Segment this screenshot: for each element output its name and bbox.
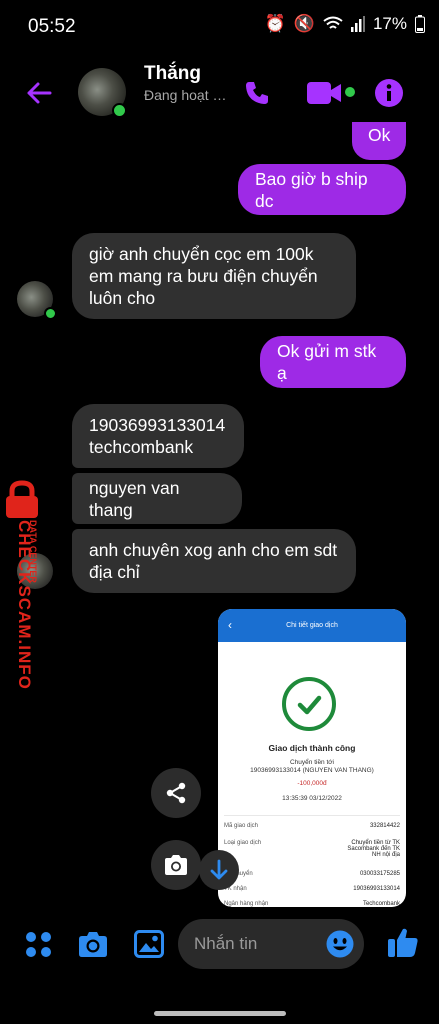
online-indicator bbox=[112, 103, 127, 118]
camera-icon bbox=[165, 855, 187, 875]
status-time: 05:52 bbox=[28, 16, 76, 37]
phone-icon[interactable] bbox=[243, 79, 271, 107]
divider bbox=[224, 815, 400, 816]
home-indicator[interactable] bbox=[154, 1011, 286, 1016]
back-arrow-icon[interactable] bbox=[24, 78, 54, 108]
thumbs-up-icon[interactable] bbox=[387, 926, 419, 958]
download-button[interactable] bbox=[199, 850, 239, 890]
online-indicator bbox=[44, 307, 57, 320]
transfer-receipt-image[interactable]: ‹ Chi tiết giao dịch Giao dịch thành côn… bbox=[218, 609, 406, 907]
battery-icon bbox=[415, 15, 425, 33]
message-outgoing[interactable]: Ok bbox=[352, 122, 406, 160]
image-icon[interactable] bbox=[134, 930, 164, 958]
row-value: 19036993133014 bbox=[353, 886, 400, 892]
receipt-header: ‹ Chi tiết giao dịch bbox=[218, 609, 406, 642]
video-online-dot bbox=[345, 87, 355, 97]
info-icon[interactable] bbox=[375, 79, 403, 107]
alarm-icon: ⏰ bbox=[264, 14, 286, 33]
message-incoming[interactable]: anh chuyên xog anh cho em sdt địa chỉ bbox=[72, 529, 356, 593]
row-label: Ngân hàng nhận bbox=[224, 901, 269, 907]
watermark-tagline: DATA CENTER bbox=[28, 520, 38, 583]
message-incoming[interactable]: 19036993133014 techcombank bbox=[72, 404, 244, 468]
video-camera-icon[interactable] bbox=[307, 80, 343, 106]
receipt-from-label: Chuyển tiền tới bbox=[289, 759, 334, 766]
message-text: giờ anh chuyển cọc em 100k em mang ra bư… bbox=[89, 244, 318, 308]
row-value: Chuyển tiền từ TK Sacombank đến TK NH nộ… bbox=[347, 840, 400, 858]
status-icons: ⏰ 🔇 17% bbox=[265, 14, 425, 34]
four-dots-icon[interactable] bbox=[25, 931, 52, 958]
checkscam-watermark: CHECKSCAM.INFO DATA CENTER bbox=[2, 480, 46, 690]
message-text: nguyen van thang bbox=[89, 477, 180, 520]
message-text: 19036993133014 techcombank bbox=[89, 415, 226, 457]
message-outgoing[interactable]: Bao giờ b ship dc bbox=[238, 164, 406, 215]
signal-icon bbox=[350, 16, 365, 32]
message-incoming[interactable]: nguyen van thang bbox=[72, 473, 242, 524]
wifi-icon bbox=[323, 16, 343, 29]
receipt-row: TK chuyển 030033175285 bbox=[224, 871, 400, 877]
message-text: Ok bbox=[368, 125, 391, 145]
share-button[interactable] bbox=[151, 768, 201, 818]
row-value: Techcombank bbox=[362, 901, 400, 907]
chevron-left-icon: ‹ bbox=[228, 618, 232, 632]
success-check-icon bbox=[282, 677, 336, 731]
arrow-down-icon bbox=[210, 859, 228, 880]
receipt-datetime: 13:35:39 03/12/2022 bbox=[282, 795, 342, 802]
message-text: Bao giờ b ship dc bbox=[255, 168, 368, 211]
receipt-title: Chi tiết giao dịch bbox=[286, 622, 338, 629]
camera-icon[interactable] bbox=[77, 931, 109, 958]
receipt-row: Mã giao dịch 332814422 bbox=[224, 823, 400, 829]
receipt-amount: -100,000đ bbox=[297, 780, 327, 787]
message-outgoing[interactable]: Ok gửi m stk ạ bbox=[260, 336, 406, 388]
message-incoming[interactable]: giờ anh chuyển cọc em 100k em mang ra bư… bbox=[72, 233, 356, 319]
receipt-result: Giao dịch thành công bbox=[268, 743, 356, 753]
message-text: Ok gửi m stk ạ bbox=[277, 341, 377, 383]
mute-icon: 🔇 bbox=[293, 14, 315, 33]
receipt-row: Loại giao dịch Chuyển tiền từ TK Sacomba… bbox=[224, 840, 400, 858]
message-input-placeholder[interactable]: Nhắn tin bbox=[194, 934, 257, 954]
share-icon bbox=[166, 782, 186, 804]
receipt-row: TK nhận 19036993133014 bbox=[224, 886, 400, 892]
row-value: 332814422 bbox=[369, 823, 400, 829]
battery-percent: 17% bbox=[372, 14, 407, 33]
emoji-icon[interactable] bbox=[326, 930, 354, 958]
row-label: Mã giao dịch bbox=[224, 823, 259, 829]
receipt-row: Ngân hàng nhận Techcombank bbox=[224, 901, 400, 907]
contact-name[interactable]: Thắng bbox=[144, 63, 201, 85]
receipt-recipient: 19036993133014 (NGUYEN VAN THANG) bbox=[250, 767, 374, 774]
contact-status: Đang hoạt động bbox=[144, 87, 234, 103]
row-value: 030033175285 bbox=[359, 871, 400, 877]
message-text: anh chuyên xog anh cho em sdt địa chỉ bbox=[89, 540, 338, 582]
camera-button[interactable] bbox=[151, 840, 201, 890]
padlock-icon bbox=[6, 480, 38, 518]
